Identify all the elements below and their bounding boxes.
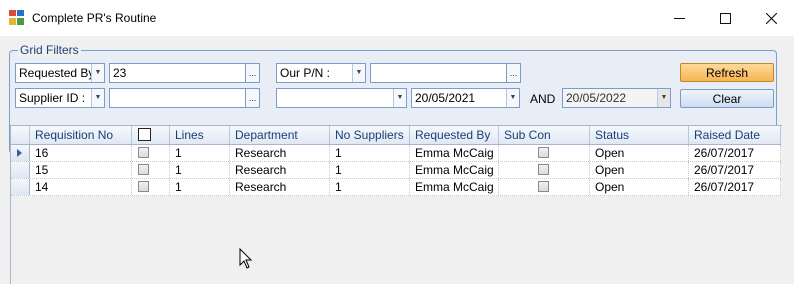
raised-date-cell[interactable]: 26/07/2017 [689,162,781,178]
column-header-raised-date[interactable]: Raised Date [689,126,781,144]
lines-cell[interactable]: 1 [170,179,230,195]
select-checkbox[interactable] [138,164,149,175]
chevron-down-icon: ▼ [352,64,365,82]
supplier-id-lookup-button[interactable]: ... [245,88,260,108]
select-cell[interactable] [132,145,170,161]
raised-date-cell[interactable]: 26/07/2017 [689,179,781,195]
sub-con-cell[interactable] [499,162,590,178]
column-header-sub-con[interactable]: Sub Con [499,126,590,144]
column-header-status[interactable]: Status [590,126,689,144]
maximize-button[interactable] [702,0,748,36]
select-checkbox[interactable] [138,181,149,192]
app-window: Complete PR's Routine Grid Filters Reque… [0,0,794,284]
grid-header: Requisition No Lines Department No Suppl… [11,126,781,145]
requested-by-cell[interactable]: Emma McCaig [410,145,499,161]
requested-by-input[interactable]: 23 [109,63,246,83]
close-icon [765,12,777,24]
department-cell[interactable]: Research [230,162,330,178]
lines-cell[interactable]: 1 [170,162,230,178]
requested-by-cell[interactable]: Emma McCaig [410,179,499,195]
department-cell[interactable]: Research [230,145,330,161]
chevron-down-icon: ▼ [506,89,519,107]
our-pn-combo-text: Our P/N : [280,66,331,80]
requisition-no-cell[interactable]: 14 [30,179,132,195]
title-bar[interactable]: Complete PR's Routine [0,0,794,36]
table-row[interactable]: 16 1 Research 1 Emma McCaig Open 26/07/2… [11,145,781,162]
date-to-value: 20/05/2022 [566,91,627,105]
sub-con-checkbox[interactable] [538,164,549,175]
table-row[interactable]: 14 1 Research 1 Emma McCaig Open 26/07/2… [11,179,781,196]
maximize-icon [719,12,731,24]
date-to-picker: 20/05/2022 ▼ [562,88,671,108]
requisition-no-cell[interactable]: 16 [30,145,132,161]
supplier-id-filter-combo[interactable]: Supplier ID : ▼ [15,88,105,108]
sub-con-checkbox[interactable] [538,181,549,192]
our-pn-filter-combo[interactable]: Our P/N : ▼ [276,63,366,83]
and-label: AND [530,92,556,106]
our-pn-lookup-button[interactable]: ... [506,63,521,83]
column-header-requested-by[interactable]: Requested By [410,126,499,144]
supplier-id-combo-text: Supplier ID : [19,91,86,105]
column-header-requisition-no[interactable]: Requisition No [30,126,132,144]
requested-by-combo-text: Requested By [19,66,95,80]
supplier-id-input[interactable] [109,88,246,108]
department-cell[interactable]: Research [230,179,330,195]
app-icon [9,10,24,25]
minimize-icon [673,17,685,19]
chevron-down-icon: ▼ [657,89,670,107]
no-suppliers-cell[interactable]: 1 [330,179,410,195]
sub-con-cell[interactable] [499,145,590,161]
window-title: Complete PR's Routine [32,11,157,25]
sub-con-cell[interactable] [499,179,590,195]
requested-by-cell[interactable]: Emma McCaig [410,162,499,178]
status-cell[interactable]: Open [590,162,689,178]
row-header[interactable] [11,162,30,178]
current-row-arrow-icon [17,149,22,157]
raised-date-cell[interactable]: 26/07/2017 [689,145,781,161]
select-all-checkbox[interactable] [138,128,151,141]
requested-by-filter-combo[interactable]: Requested By ▼ [15,63,105,83]
date-from-value: 20/05/2021 [415,91,476,105]
date-from-picker[interactable]: 20/05/2021 ▼ [411,88,520,108]
column-header-no-suppliers[interactable]: No Suppliers [330,126,410,144]
mouse-pointer-icon [239,248,253,269]
chevron-down-icon: ▼ [91,64,104,82]
row-header-corner [11,126,30,144]
row-header[interactable] [11,145,30,161]
chevron-down-icon: ▼ [393,89,406,107]
close-button[interactable] [748,0,794,36]
requested-by-lookup-button[interactable]: ... [245,63,260,83]
minimize-button[interactable] [656,0,702,36]
chevron-down-icon: ▼ [91,89,104,107]
our-pn-input[interactable] [370,63,507,83]
lines-cell[interactable]: 1 [170,145,230,161]
status-cell[interactable]: Open [590,145,689,161]
date-field-combo[interactable]: ▼ [276,88,407,108]
clear-button[interactable]: Clear [680,89,774,108]
status-cell[interactable]: Open [590,179,689,195]
row-header[interactable] [11,179,30,195]
column-header-lines[interactable]: Lines [170,126,230,144]
requisition-no-cell[interactable]: 15 [30,162,132,178]
grid-filters-label: Grid Filters [18,43,81,57]
client-area: Grid Filters Requested By ▼ 23 ... Our P… [0,36,794,284]
select-checkbox[interactable] [138,147,149,158]
column-header-department[interactable]: Department [230,126,330,144]
select-cell[interactable] [132,162,170,178]
requisitions-grid[interactable]: Requisition No Lines Department No Suppl… [10,125,782,284]
no-suppliers-cell[interactable]: 1 [330,145,410,161]
select-cell[interactable] [132,179,170,195]
table-row[interactable]: 15 1 Research 1 Emma McCaig Open 26/07/2… [11,162,781,179]
sub-con-checkbox[interactable] [538,147,549,158]
column-header-select[interactable] [132,126,170,144]
no-suppliers-cell[interactable]: 1 [330,162,410,178]
requested-by-value: 23 [113,66,127,80]
refresh-button[interactable]: Refresh [680,63,774,82]
